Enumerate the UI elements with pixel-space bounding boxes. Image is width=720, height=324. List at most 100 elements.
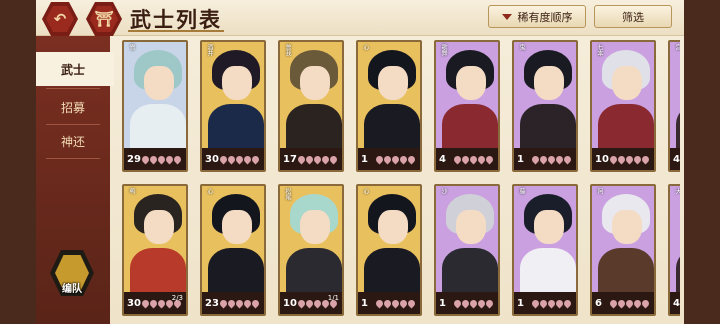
character-portrait [514, 186, 576, 298]
samurai-card[interactable]: 雪 29 [122, 40, 188, 172]
character-body [364, 248, 420, 298]
left-frame [0, 0, 36, 324]
character-level: 30 [205, 154, 219, 165]
character-name: 沙 [440, 188, 447, 194]
character-face [144, 66, 174, 100]
home-icon: ⛩ [90, 6, 118, 32]
character-portrait [592, 186, 654, 298]
character-level: 1 [361, 298, 368, 309]
character-body [208, 248, 264, 298]
samurai-grid: 雪 29 酒井 30 曾我 17 心 1 歌舞 4 鬼 1 七本 10 宫 4 鸭 30 2/3 心 23 松尾 10 1/1… [118, 40, 680, 320]
samurai-card[interactable]: 鸭 30 2/3 [122, 184, 188, 316]
character-portrait [124, 186, 186, 298]
character-portrait [436, 42, 498, 154]
character-body [598, 104, 654, 154]
character-body [442, 248, 498, 298]
dropdown-arrow-icon [501, 13, 512, 20]
filter-label: 筛选 [622, 10, 644, 24]
character-face [300, 66, 330, 100]
sidebar-item-return[interactable]: 神还 [36, 124, 110, 158]
character-name: 鬼 [518, 44, 525, 50]
character-body [598, 248, 654, 298]
samurai-card[interactable]: 阿6 [590, 184, 656, 316]
samurai-card[interactable]: 沙1 [434, 184, 500, 316]
character-portrait [358, 186, 420, 298]
character-name: 宫 [674, 44, 680, 50]
character-level: 29 [127, 154, 141, 165]
sidebar-divider [46, 88, 100, 89]
character-name: 心 [206, 188, 213, 194]
character-level: 1 [517, 154, 524, 165]
petal-icon [328, 154, 339, 165]
samurai-card[interactable]: 心 23 [200, 184, 266, 316]
samurai-card[interactable]: 藤1 [512, 184, 578, 316]
character-portrait [514, 42, 576, 154]
petal-icon [484, 154, 495, 165]
title-underline [128, 30, 224, 32]
sort-button[interactable]: 稀有度顺序 [488, 5, 586, 28]
character-name: 雪 [128, 44, 135, 50]
character-level: 1 [439, 298, 446, 309]
petal-icon [250, 154, 261, 165]
character-portrait [670, 186, 680, 298]
character-portrait [280, 42, 342, 154]
samurai-card[interactable]: 鬼1 [512, 40, 578, 172]
character-body [676, 248, 680, 298]
rarity-petals [452, 298, 495, 309]
rarity-petals [530, 154, 573, 165]
character-face [222, 66, 252, 100]
petal-icon [640, 298, 651, 309]
filter-button[interactable]: 筛选 [594, 5, 672, 28]
character-face [144, 210, 174, 244]
samurai-card[interactable]: 歌舞 4 [434, 40, 500, 172]
character-face [456, 66, 486, 100]
character-level: 30 [127, 298, 141, 309]
rarity-petals [452, 154, 495, 165]
character-face [612, 66, 642, 100]
petal-icon [406, 298, 417, 309]
character-face [222, 210, 252, 244]
character-face [534, 210, 564, 244]
samurai-card[interactable]: 松尾 10 1/1 [278, 184, 344, 316]
samurai-card[interactable]: 宫4 [668, 40, 680, 172]
character-name: 阿 [596, 188, 603, 194]
character-name: 心 [362, 44, 369, 50]
petal-icon [406, 154, 417, 165]
character-face [456, 210, 486, 244]
sort-label: 稀有度顺序 [517, 10, 573, 24]
character-face [612, 210, 642, 244]
character-body [286, 104, 342, 154]
character-portrait [202, 42, 264, 154]
character-body [676, 104, 680, 154]
samurai-card[interactable]: 七本 10 [590, 40, 656, 172]
character-body [130, 248, 186, 298]
samurai-card[interactable]: 曾我 17 [278, 40, 344, 172]
samurai-card[interactable]: 心1 [356, 184, 422, 316]
sidebar-item-label: 武士 [60, 62, 85, 77]
sidebar-item-recruit[interactable]: 招募 [36, 90, 110, 124]
character-level: 1 [517, 298, 524, 309]
character-portrait [436, 186, 498, 298]
sidebar-item-label: 招募 [60, 100, 85, 115]
rarity-petals [140, 154, 183, 165]
character-name: 酒井 [206, 44, 213, 56]
character-level: 10 [595, 154, 609, 165]
character-body [520, 248, 576, 298]
character-name: 歌舞 [440, 44, 447, 56]
character-level: 6 [595, 298, 602, 309]
card-ratio: 2/3 [171, 294, 183, 302]
character-face [378, 210, 408, 244]
samurai-card[interactable]: 大4 [668, 184, 680, 316]
card-ratio: 1/1 [327, 294, 339, 302]
character-body [364, 104, 420, 154]
petal-icon [562, 154, 573, 165]
sidebar-item-samurai[interactable]: 武士 [36, 52, 114, 86]
rarity-petals [374, 154, 417, 165]
character-body [442, 104, 498, 154]
rarity-petals [218, 154, 261, 165]
samurai-card[interactable]: 酒井 30 [200, 40, 266, 172]
samurai-card[interactable]: 心1 [356, 40, 422, 172]
character-face [378, 66, 408, 100]
back-arrow-icon: ↶ [46, 6, 74, 32]
character-portrait [124, 42, 186, 154]
